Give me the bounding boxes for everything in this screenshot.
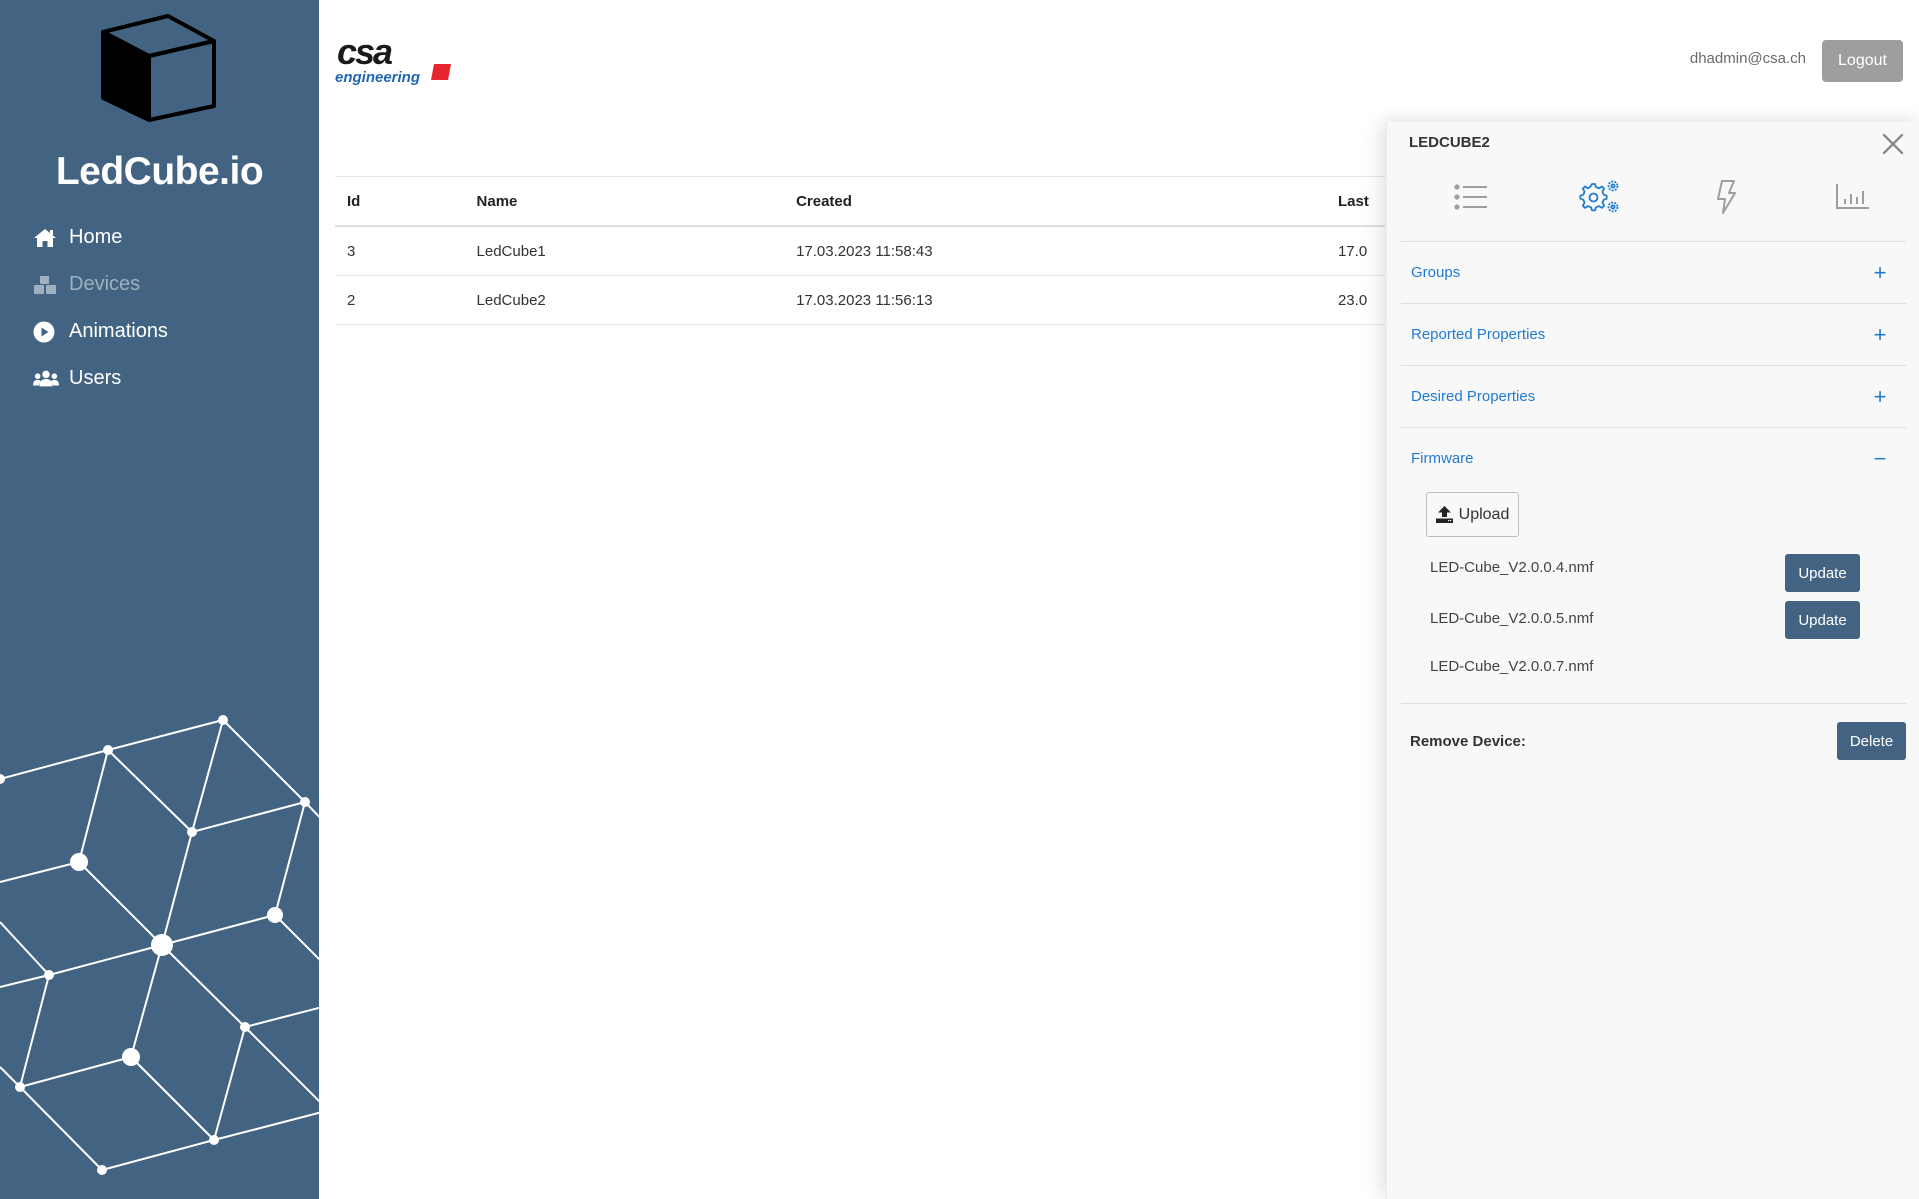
- update-button[interactable]: Update: [1785, 554, 1860, 592]
- column-header-last[interactable]: Last: [1326, 193, 1385, 210]
- section-desired-properties: Desired Properties +: [1401, 366, 1906, 428]
- sidebar-item-devices[interactable]: Devices: [33, 261, 168, 308]
- section-reported-properties: Reported Properties +: [1401, 304, 1906, 366]
- panel-accordion: Groups + Reported Properties + Desired P…: [1401, 242, 1906, 704]
- table-row[interactable]: 3 LedCube1 17.03.2023 11:58:43 17.0: [335, 227, 1385, 276]
- section-label: Groups: [1411, 264, 1461, 281]
- app-brand-title: LedCube.io: [55, 150, 264, 193]
- tab-statistics[interactable]: [1833, 172, 1873, 222]
- section-firmware: Firmware − Upload LED-Cube_V2.0.0.4.nmf …: [1401, 428, 1906, 704]
- tab-settings[interactable]: [1573, 172, 1623, 222]
- upload-icon: [1435, 506, 1453, 523]
- devices-table: Id Name Created Last 3 LedCube1 17.03.20…: [335, 176, 1385, 325]
- users-icon: [33, 368, 59, 390]
- sidebar-item-animations[interactable]: Animations: [33, 308, 168, 355]
- section-desired-properties-header[interactable]: Desired Properties +: [1401, 366, 1906, 427]
- sidebar-item-users[interactable]: Users: [33, 355, 168, 402]
- chart-bar-icon: [1836, 184, 1869, 209]
- bolt-icon: [1717, 180, 1736, 214]
- cell-created: 17.03.2023 11:56:13: [796, 291, 933, 309]
- upload-button[interactable]: Upload: [1426, 492, 1519, 537]
- gears-icon: [1579, 180, 1619, 213]
- sidebar-nav: Home Devices Animations Users: [33, 214, 168, 402]
- section-reported-properties-header[interactable]: Reported Properties +: [1401, 304, 1906, 365]
- cell-created: 17.03.2023 11:58:43: [796, 242, 933, 260]
- remove-device-label: Remove Device:: [1410, 732, 1526, 750]
- section-groups: Groups +: [1401, 242, 1906, 304]
- svg-text:csa: csa: [337, 36, 392, 72]
- sidebar-item-label: Home: [69, 226, 123, 248]
- cell-last: 17.0: [1337, 242, 1368, 260]
- table-row[interactable]: 2 LedCube2 17.03.2023 11:56:13 23.0: [335, 276, 1385, 325]
- minus-icon[interactable]: −: [1872, 447, 1888, 470]
- close-icon[interactable]: [1881, 132, 1905, 156]
- remove-device-row: Remove Device: Delete: [1401, 721, 1906, 761]
- sidebar-item-label: Animations: [69, 320, 168, 342]
- firmware-body: Upload LED-Cube_V2.0.0.4.nmf Update LED-…: [1401, 489, 1906, 703]
- plus-icon[interactable]: +: [1872, 261, 1888, 284]
- play-circle-icon: [33, 321, 59, 343]
- cell-last: 23.0: [1337, 291, 1368, 309]
- panel-title: LEDCUBE2: [1409, 134, 1490, 151]
- delete-button[interactable]: Delete: [1837, 722, 1906, 760]
- cell-name: LedCube1: [476, 242, 546, 260]
- cube-logo-icon: [101, 14, 216, 122]
- section-label: Desired Properties: [1411, 388, 1536, 405]
- company-logo: csa engineering: [335, 36, 451, 86]
- network-decoration: [0, 715, 319, 1175]
- list-icon: [1454, 184, 1487, 210]
- tab-actions[interactable]: [1711, 172, 1741, 222]
- sidebar: LedCube.io Home Devices Animations Users: [0, 0, 319, 1199]
- home-icon: [33, 227, 59, 249]
- firmware-file-name: LED-Cube_V2.0.0.4.nmf: [1430, 558, 1594, 576]
- plus-icon[interactable]: +: [1872, 385, 1888, 408]
- cubes-icon: [33, 274, 59, 296]
- firmware-file-row: LED-Cube_V2.0.0.4.nmf Update: [1430, 553, 1860, 593]
- user-email: dhadmin@csa.ch: [1689, 50, 1806, 67]
- firmware-file-row: LED-Cube_V2.0.0.5.nmf Update: [1430, 600, 1860, 640]
- column-header-created[interactable]: Created: [784, 193, 1326, 210]
- firmware-file-name: LED-Cube_V2.0.0.5.nmf: [1430, 609, 1594, 627]
- sidebar-item-home[interactable]: Home: [33, 214, 168, 261]
- section-label: Reported Properties: [1411, 326, 1546, 343]
- cell-id: 2: [347, 291, 356, 309]
- logout-button[interactable]: Logout: [1822, 40, 1903, 82]
- sidebar-item-label: Users: [69, 367, 122, 389]
- cell-id: 3: [347, 242, 356, 260]
- section-label: Firmware: [1411, 450, 1474, 467]
- svg-text:engineering: engineering: [335, 69, 420, 86]
- section-firmware-header[interactable]: Firmware −: [1401, 428, 1906, 489]
- section-groups-header[interactable]: Groups +: [1401, 242, 1906, 303]
- firmware-file-name: LED-Cube_V2.0.0.7.nmf: [1430, 657, 1594, 675]
- column-header-name[interactable]: Name: [465, 193, 785, 210]
- plus-icon[interactable]: +: [1872, 323, 1888, 346]
- update-button[interactable]: Update: [1785, 601, 1860, 639]
- upload-label: Upload: [1458, 505, 1510, 523]
- sidebar-item-label: Devices: [69, 273, 141, 295]
- table-header: Id Name Created Last: [335, 177, 1385, 227]
- panel-tabs: [1401, 172, 1906, 242]
- device-detail-panel: LEDCUBE2 Groups + Reported Properties + …: [1386, 122, 1919, 1199]
- tab-details[interactable]: [1451, 172, 1491, 222]
- cell-name: LedCube2: [476, 291, 546, 309]
- firmware-file-row: LED-Cube_V2.0.0.7.nmf: [1430, 646, 1860, 686]
- column-header-id[interactable]: Id: [335, 193, 465, 210]
